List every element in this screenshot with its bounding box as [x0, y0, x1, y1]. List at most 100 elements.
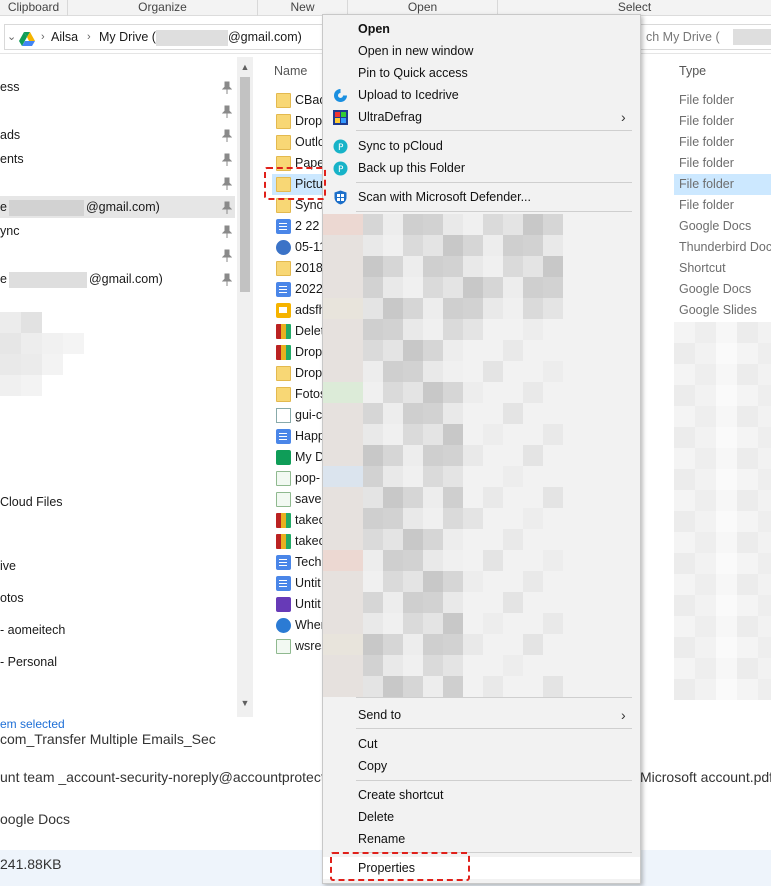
redacted-pixel — [716, 448, 737, 469]
nav-item-cloud-files[interactable]: Cloud Files — [0, 491, 235, 513]
redacted-pixel — [523, 634, 543, 655]
redacted-pixel — [383, 508, 403, 529]
ribbon-group-organize[interactable]: Organize — [68, 0, 258, 16]
redacted-pixel — [443, 298, 463, 319]
redacted-pixel — [737, 511, 758, 532]
redacted-pixel — [403, 235, 423, 256]
redacted-pixel — [716, 511, 737, 532]
redacted-pixel — [443, 676, 463, 697]
redacted-pixel — [403, 424, 423, 445]
column-header-type[interactable]: Type — [679, 64, 706, 78]
menu-item-upload-to-icedrive[interactable]: Upload to Icedrive — [323, 84, 640, 106]
redacted-pixel — [543, 214, 563, 235]
nav-item[interactable] — [0, 172, 235, 194]
menu-item-scan-with-defender[interactable]: Scan with Microsoft Defender... — [323, 186, 640, 208]
nav-item[interactable]: ents — [0, 148, 235, 170]
redacted-pixel — [674, 427, 695, 448]
file-name: Untit — [295, 597, 321, 611]
redacted-pixel — [443, 445, 463, 466]
redacted-pixel — [423, 277, 443, 298]
redacted-pixel — [674, 490, 695, 511]
winrar-icon — [276, 534, 291, 549]
nav-item[interactable]: e @gmail.com) — [0, 268, 235, 290]
redacted-pixel — [695, 637, 716, 658]
redacted-pixel — [695, 469, 716, 490]
redacted-pixel — [383, 613, 403, 634]
nav-scrollbar[interactable]: ▲ ▼ — [237, 57, 253, 717]
redacted-pixel — [343, 529, 363, 550]
ribbon-group-clipboard[interactable]: Clipboard — [0, 0, 68, 16]
menu-item-open[interactable]: Open — [323, 18, 640, 40]
menu-item-rename[interactable]: Rename — [323, 828, 640, 850]
menu-item-create-shortcut[interactable]: Create shortcut — [323, 784, 640, 806]
menu-item-copy[interactable]: Copy — [323, 755, 640, 777]
scroll-up-arrow-icon[interactable]: ▲ — [237, 59, 253, 75]
redacted-email — [155, 29, 228, 46]
scroll-down-arrow-icon[interactable]: ▼ — [237, 695, 253, 711]
google-slides-icon — [276, 303, 291, 318]
menu-item-cut[interactable]: Cut — [323, 733, 640, 755]
redacted-pixel — [758, 658, 771, 679]
redacted-pixel — [737, 364, 758, 385]
nav-item[interactable]: ive — [0, 555, 235, 577]
redacted-pixel — [323, 424, 343, 445]
nav-item-my-drive-selected[interactable]: e @gmail.com) — [0, 196, 235, 218]
redacted-pixel — [403, 613, 423, 634]
menu-item-back-up-this-folder[interactable]: P Back up this Folder — [323, 157, 640, 179]
file-name: Drop — [295, 366, 323, 380]
redacted-pixel — [758, 637, 771, 658]
column-header-name[interactable]: Name — [274, 64, 307, 78]
redacted-pixel — [758, 385, 771, 406]
nav-item[interactable]: ess — [0, 76, 235, 98]
breadcrumb-my-drive[interactable]: My Drive (@gmail.com) — [99, 25, 302, 49]
menu-item-label: Upload to Icedrive — [358, 88, 459, 102]
menu-item-delete[interactable]: Delete — [323, 806, 640, 828]
background-size-text: 241.88KB — [0, 856, 62, 872]
redacted-pixel — [463, 256, 483, 277]
menu-item-sync-to-pcloud[interactable]: P Sync to pCloud — [323, 135, 640, 157]
submenu-arrow-icon: › — [621, 109, 626, 125]
redacted-pixel — [674, 553, 695, 574]
redacted-pixel — [737, 574, 758, 595]
redacted-pixel — [443, 424, 463, 445]
redacted-pixel — [423, 571, 443, 592]
file-type: File folder — [679, 156, 734, 170]
redacted-pixel — [21, 375, 42, 396]
file-type: Shortcut — [679, 261, 726, 275]
redacted-pixel — [443, 466, 463, 487]
redacted-pixel — [716, 658, 737, 679]
pin-icon — [221, 176, 233, 190]
redacted-pixel — [737, 532, 758, 553]
redacted-pixel — [383, 592, 403, 613]
redacted-pixel — [363, 466, 383, 487]
search-input[interactable]: ch My Drive ( — [637, 24, 771, 50]
redacted-pixel — [363, 340, 383, 361]
nav-item[interactable]: - Personal — [0, 651, 235, 673]
redacted-pixel — [758, 511, 771, 532]
redacted-pixel — [737, 616, 758, 637]
redacted-pixel — [323, 592, 343, 613]
menu-item-open-in-new-window[interactable]: Open in new window — [323, 40, 640, 62]
winrar-icon — [276, 513, 291, 528]
nav-item[interactable]: otos — [0, 587, 235, 609]
nav-item[interactable] — [0, 244, 235, 266]
chevron-down-icon[interactable]: ⌄ — [7, 25, 16, 49]
address-field[interactable]: ⌄ › Ailsa › My Drive (@gmail.com) — [4, 24, 344, 50]
nav-item[interactable]: - aomeitech — [0, 619, 235, 641]
nav-item[interactable]: ads — [0, 124, 235, 146]
folder-icon — [276, 93, 291, 108]
redacted-pixel — [343, 298, 363, 319]
google-docs-icon — [276, 555, 291, 570]
pin-icon — [221, 224, 233, 238]
scrollbar-thumb[interactable] — [240, 77, 250, 292]
nav-item[interactable]: ync — [0, 220, 235, 242]
breadcrumb-ailsa[interactable]: Ailsa — [51, 25, 78, 49]
nav-item[interactable] — [0, 100, 235, 122]
redacted-pixel — [483, 676, 503, 697]
redacted-pixel — [443, 529, 463, 550]
menu-item-pin-to-quick-access[interactable]: Pin to Quick access — [323, 62, 640, 84]
file-name: takec — [295, 534, 325, 548]
menu-item-ultradefrag[interactable]: UltraDefrag › — [323, 106, 640, 128]
redacted-pixel — [323, 298, 343, 319]
menu-item-send-to[interactable]: Send to › — [323, 704, 640, 726]
